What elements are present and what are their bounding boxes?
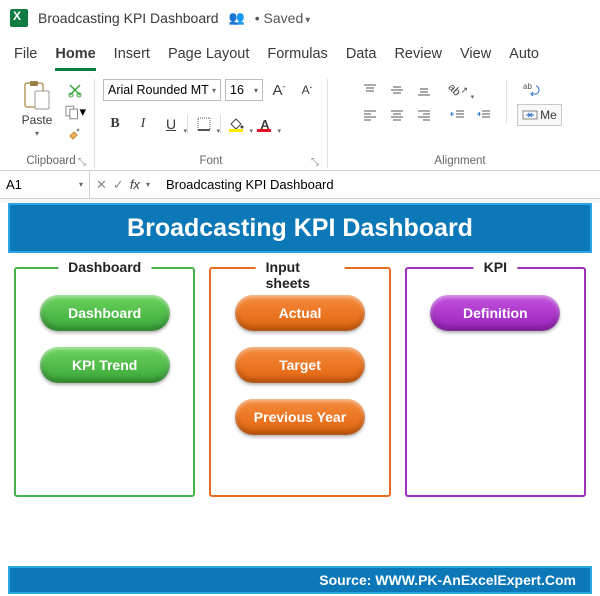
title-bar: Broadcasting KPI Dashboard 👥 • Saved▾ [0,0,600,36]
card-title-dashboard: Dashboard [58,259,151,275]
tab-insert[interactable]: Insert [114,46,150,71]
tab-page-layout[interactable]: Page Layout [168,46,249,71]
pill-actual[interactable]: Actual [235,295,365,331]
chevron-down-icon: ▾ [212,86,216,95]
tab-home[interactable]: Home [55,46,95,71]
increase-indent-button[interactable] [472,104,496,126]
save-status[interactable]: • Saved▾ [255,10,311,26]
card-dashboard: Dashboard Dashboard KPI Trend [14,267,195,497]
dialog-launcher-icon[interactable]: ⤡ [311,157,319,168]
chevron-down-icon: ▾ [305,15,310,26]
tab-view[interactable]: View [460,46,491,71]
paste-button[interactable]: Paste ▾ [16,79,58,138]
insert-function-button[interactable]: fx [130,177,140,192]
borders-button[interactable]: ▾ [192,113,216,135]
tab-automate[interactable]: Auto [509,46,539,71]
tab-formulas[interactable]: Formulas [267,46,327,71]
dashboard-title-banner: Broadcasting KPI Dashboard [8,203,592,253]
chevron-down-icon: ▾ [254,86,258,95]
increase-font-size-button[interactable]: Aˆ [267,79,291,101]
worksheet-area[interactable]: Broadcasting KPI Dashboard Dashboard Das… [0,203,600,596]
cancel-formula-icon[interactable]: ✕ [96,177,107,193]
group-label-clipboard: Clipboard [26,155,75,167]
ribbon-tabs: File Home Insert Page Layout Formulas Da… [0,36,600,71]
pill-definition[interactable]: Definition [430,295,560,331]
font-size-select[interactable]: 16▾ [225,79,263,101]
document-title: Broadcasting KPI Dashboard [38,10,219,26]
fill-color-button[interactable]: ▾ [225,113,249,135]
card-input-sheets: Input sheets Actual Target Previous Year [209,267,390,497]
decrease-font-size-button[interactable]: Aˇ [295,79,319,101]
ribbon-group-clipboard: Paste ▾ ▾ Clipboard⤡ [8,79,94,168]
ribbon: Paste ▾ ▾ Clipboard⤡ Arial Rounded MT▾ 1… [0,71,600,171]
pill-previous-year[interactable]: Previous Year [235,399,365,435]
dialog-launcher-icon[interactable]: ⤡ [78,157,86,168]
cut-button[interactable] [64,81,86,99]
group-label-font: Font [199,155,222,167]
align-middle-button[interactable] [385,79,409,101]
align-left-button[interactable] [358,104,382,126]
chevron-down-icon: ▾ [35,129,39,138]
card-title-kpi: KPI [474,259,517,275]
merge-center-button[interactable]: Me [517,104,562,126]
bold-button[interactable]: B [103,113,127,135]
ribbon-group-font: Arial Rounded MT▾ 16▾ Aˆ Aˇ B I U▾ ▾ ▾ A… [94,79,327,168]
format-painter-button[interactable] [64,125,86,143]
enter-formula-icon[interactable]: ✓ [113,177,124,193]
formula-input[interactable]: Broadcasting KPI Dashboard [156,171,600,198]
formula-bar: A1▾ ✕ ✓ fx ▾ Broadcasting KPI Dashboard [0,171,600,199]
align-right-button[interactable] [412,104,436,126]
align-top-button[interactable] [358,79,382,101]
pill-target[interactable]: Target [235,347,365,383]
orientation-button[interactable]: ab↗▾ [446,79,470,101]
footer-source: Source: WWW.PK-AnExcelExpert.Com [8,566,592,594]
tab-file[interactable]: File [14,46,37,71]
pill-dashboard[interactable]: Dashboard [40,295,170,331]
font-color-button[interactable]: A▾ [253,113,277,135]
tab-review[interactable]: Review [394,46,442,71]
svg-text:ab: ab [523,82,532,91]
chevron-down-icon[interactable]: ▾ [146,180,150,189]
copy-button[interactable]: ▾ [64,103,86,121]
tab-data[interactable]: Data [346,46,377,71]
ribbon-group-alignment: ab↗▾ ab Me Alignment [327,79,592,168]
italic-button[interactable]: I [131,113,155,135]
clipboard-icon [21,79,53,111]
pill-kpi-trend[interactable]: KPI Trend [40,347,170,383]
decrease-indent-button[interactable] [446,104,470,126]
card-title-input: Input sheets [256,259,345,291]
chevron-down-icon: ▾ [79,180,83,189]
excel-app-icon [10,9,28,27]
name-box[interactable]: A1▾ [0,171,90,198]
font-family-select[interactable]: Arial Rounded MT▾ [103,79,221,101]
align-bottom-button[interactable] [412,79,436,101]
share-icon[interactable]: 👥 [229,10,245,26]
group-label-alignment: Alignment [434,155,485,167]
wrap-text-button[interactable]: ab [517,79,547,101]
align-center-button[interactable] [385,104,409,126]
card-kpi: KPI Definition [405,267,586,497]
underline-button[interactable]: U▾ [159,113,183,135]
